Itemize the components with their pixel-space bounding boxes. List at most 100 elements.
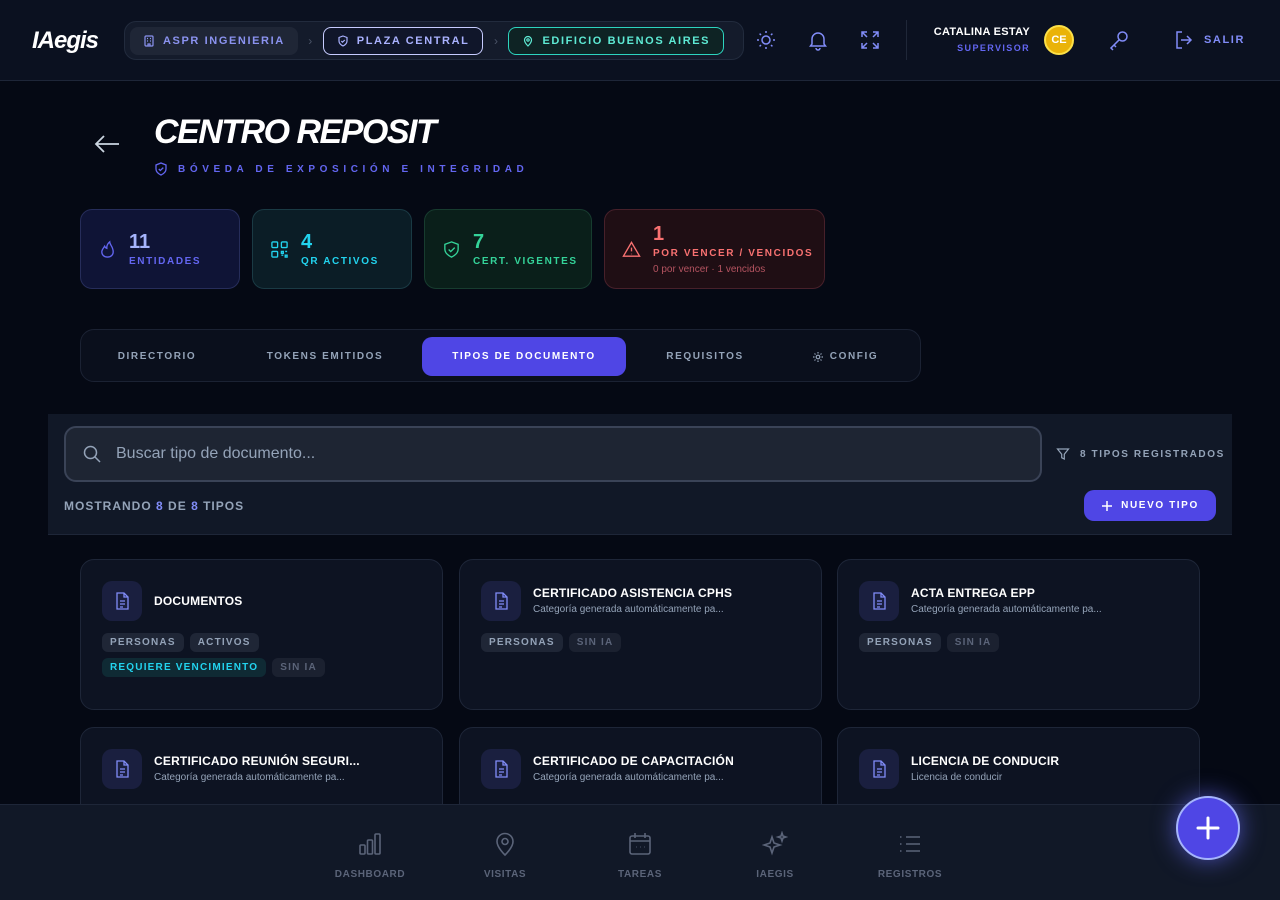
avatar[interactable]: CE [1044, 25, 1074, 55]
doc-type-title: CERTIFICADO ASISTENCIA CPHS [533, 586, 733, 600]
plus-icon [1102, 500, 1113, 511]
map-pin-icon [496, 832, 514, 857]
stat-value: 4 [301, 231, 313, 253]
nav-item-iaegis[interactable]: IAEGIS [725, 831, 825, 880]
doc-type-tags: PERSONAS SIN IA [481, 633, 801, 652]
user-role: SUPERVISOR [957, 43, 1030, 53]
doc-type-tags: PERSONAS SIN IA [859, 633, 1179, 652]
qr-code-icon [271, 241, 288, 258]
fire-icon [101, 240, 114, 258]
doc-type-title: ACTA ENTREGA EPP [911, 586, 1036, 600]
breadcrumb-company-label: ASPR INGENIERIA [163, 34, 285, 47]
search-icon [83, 445, 101, 463]
nav-label: TAREAS [618, 869, 662, 880]
logout-button[interactable]: SALIR [1172, 29, 1245, 51]
stat-label: CERT. VIGENTES [473, 256, 578, 267]
filter-icon [1056, 448, 1070, 460]
logout-icon [1176, 31, 1193, 49]
shield-check-icon [444, 241, 459, 258]
tab-requisitos[interactable]: REQUISITOS [641, 337, 769, 376]
tab-config[interactable]: CONFIG [789, 337, 901, 376]
nav-item-visitas[interactable]: VISITAS [455, 831, 555, 880]
stat-label: ENTIDADES [129, 256, 202, 267]
search-box[interactable] [64, 426, 1042, 482]
stat-card-entities[interactable]: 11 ENTIDADES [80, 209, 240, 289]
top-bar: IAegis ASPR INGENIERIA › PLAZA CENTRAL ›… [0, 0, 1280, 81]
breadcrumb-site[interactable]: PLAZA CENTRAL [322, 26, 484, 55]
page-subtitle: BÓVEDA DE EXPOSICIÓN E INTEGRIDAD [154, 162, 528, 176]
fullscreen-icon[interactable] [859, 29, 881, 51]
registered-count: 8 TIPOS REGISTRADOS [1080, 448, 1225, 460]
doc-type-description: Licencia de conducir [911, 772, 1003, 783]
new-type-button[interactable]: NUEVO TIPO [1084, 490, 1216, 521]
tab-tokens-emitidos[interactable]: TOKENS EMITIDOS [241, 337, 409, 376]
stat-label: QR ACTIVOS [301, 256, 379, 267]
chevron-right-icon: › [493, 33, 498, 48]
nav-label: DASHBOARD [334, 869, 406, 880]
stat-value: 11 [129, 231, 151, 253]
results-shown: 8 [156, 499, 164, 513]
page-subtitle-text: BÓVEDA DE EXPOSICIÓN E INTEGRIDAD [178, 163, 529, 175]
nav-label: VISITAS [483, 869, 527, 880]
tag-personas: PERSONAS [481, 633, 563, 652]
tag-activos: ACTIVOS [189, 633, 259, 652]
stat-card-certificates[interactable]: 7 CERT. VIGENTES [424, 209, 592, 289]
search-panel: 8 TIPOS REGISTRADOS MOSTRANDO 8 DE 8 TIP… [48, 414, 1232, 535]
stat-label: POR VENCER / VENCIDOS [653, 248, 814, 259]
tag-requiere-vencimiento: REQUIERE VENCIMIENTO [102, 658, 267, 677]
tag-sin-ia: SIN IA [272, 658, 325, 677]
results-count: MOSTRANDO 8 DE 8 TIPOS [64, 499, 244, 513]
doc-type-title: CERTIFICADO REUNIÓN SEGURI... [154, 754, 360, 768]
back-arrow-icon[interactable] [93, 132, 121, 156]
tab-tipos-de-documento[interactable]: TIPOS DE DOCUMENTO [422, 337, 626, 376]
tag-sin-ia: SIN IA [568, 633, 622, 652]
bar-chart-icon [359, 833, 381, 855]
doc-type-card[interactable]: DOCUMENTOS PERSONAS ACTIVOS REQUIERE VEN… [80, 559, 443, 710]
doc-type-description: Categoría generada automáticamente pa... [911, 604, 1102, 615]
search-input[interactable] [116, 445, 996, 463]
building-icon [144, 34, 154, 47]
nav-item-registros[interactable]: REGISTROS [860, 831, 960, 880]
shield-check-icon [155, 162, 167, 176]
calendar-icon [629, 833, 651, 855]
nav-item-dashboard[interactable]: DASHBOARD [320, 831, 420, 880]
logout-label: SALIR [1204, 34, 1245, 46]
doc-type-description: Categoría generada automáticamente pa... [533, 772, 724, 783]
document-icon [859, 581, 899, 621]
header-divider [906, 20, 907, 60]
floating-add-button[interactable] [1176, 796, 1240, 860]
breadcrumb-building-label: EDIFICIO BUENOS AIRES [542, 34, 711, 47]
stat-sublabel: 0 por vencer · 1 vencidos [653, 264, 766, 275]
new-type-label: NUEVO TIPO [1121, 500, 1199, 511]
tab-directorio[interactable]: DIRECTORIO [89, 337, 225, 376]
nav-label: IAEGIS [756, 869, 794, 880]
stat-card-expiring[interactable]: 1 POR VENCER / VENCIDOS 0 por vencer · 1… [604, 209, 825, 289]
tab-config-label: CONFIG [829, 351, 879, 362]
document-icon [102, 581, 142, 621]
breadcrumb: ASPR INGENIERIA › PLAZA CENTRAL › EDIFIC… [124, 21, 744, 60]
stat-card-qr[interactable]: 4 QR ACTIVOS [252, 209, 412, 289]
nav-item-tareas[interactable]: TAREAS [590, 831, 690, 880]
warning-triangle-icon [622, 241, 641, 257]
sun-icon[interactable] [755, 29, 777, 51]
doc-type-title: DOCUMENTOS [154, 594, 243, 608]
tag-sin-ia: SIN IA [946, 633, 1000, 652]
breadcrumb-company[interactable]: ASPR INGENIERIA [130, 26, 298, 55]
key-icon[interactable] [1108, 29, 1130, 51]
doc-type-title: CERTIFICADO DE CAPACITACIÓN [533, 754, 734, 768]
sparkles-icon [762, 831, 788, 856]
doc-type-card[interactable]: CERTIFICADO ASISTENCIA CPHS Categoría ge… [459, 559, 822, 710]
results-of: DE [168, 499, 187, 513]
page-title: CENTRO REPOSIT [154, 113, 437, 151]
doc-type-card[interactable]: ACTA ENTREGA EPP Categoría generada auto… [837, 559, 1200, 710]
user-name: CATALINA ESTAY [933, 26, 1030, 38]
list-icon [900, 836, 920, 852]
bottom-nav: DASHBOARD VISITAS TAREAS IAEGIS REGISTRO… [0, 804, 1280, 900]
filter-summary[interactable]: 8 TIPOS REGISTRADOS [1056, 447, 1225, 461]
app-logo[interactable]: IAegis [32, 27, 99, 55]
tag-personas: PERSONAS [859, 633, 941, 652]
doc-type-tags: PERSONAS ACTIVOS REQUIERE VENCIMIENTO SI… [102, 633, 422, 677]
bell-icon[interactable] [807, 29, 829, 51]
breadcrumb-building[interactable]: EDIFICIO BUENOS AIRES [508, 26, 725, 55]
plus-icon [1196, 816, 1220, 840]
